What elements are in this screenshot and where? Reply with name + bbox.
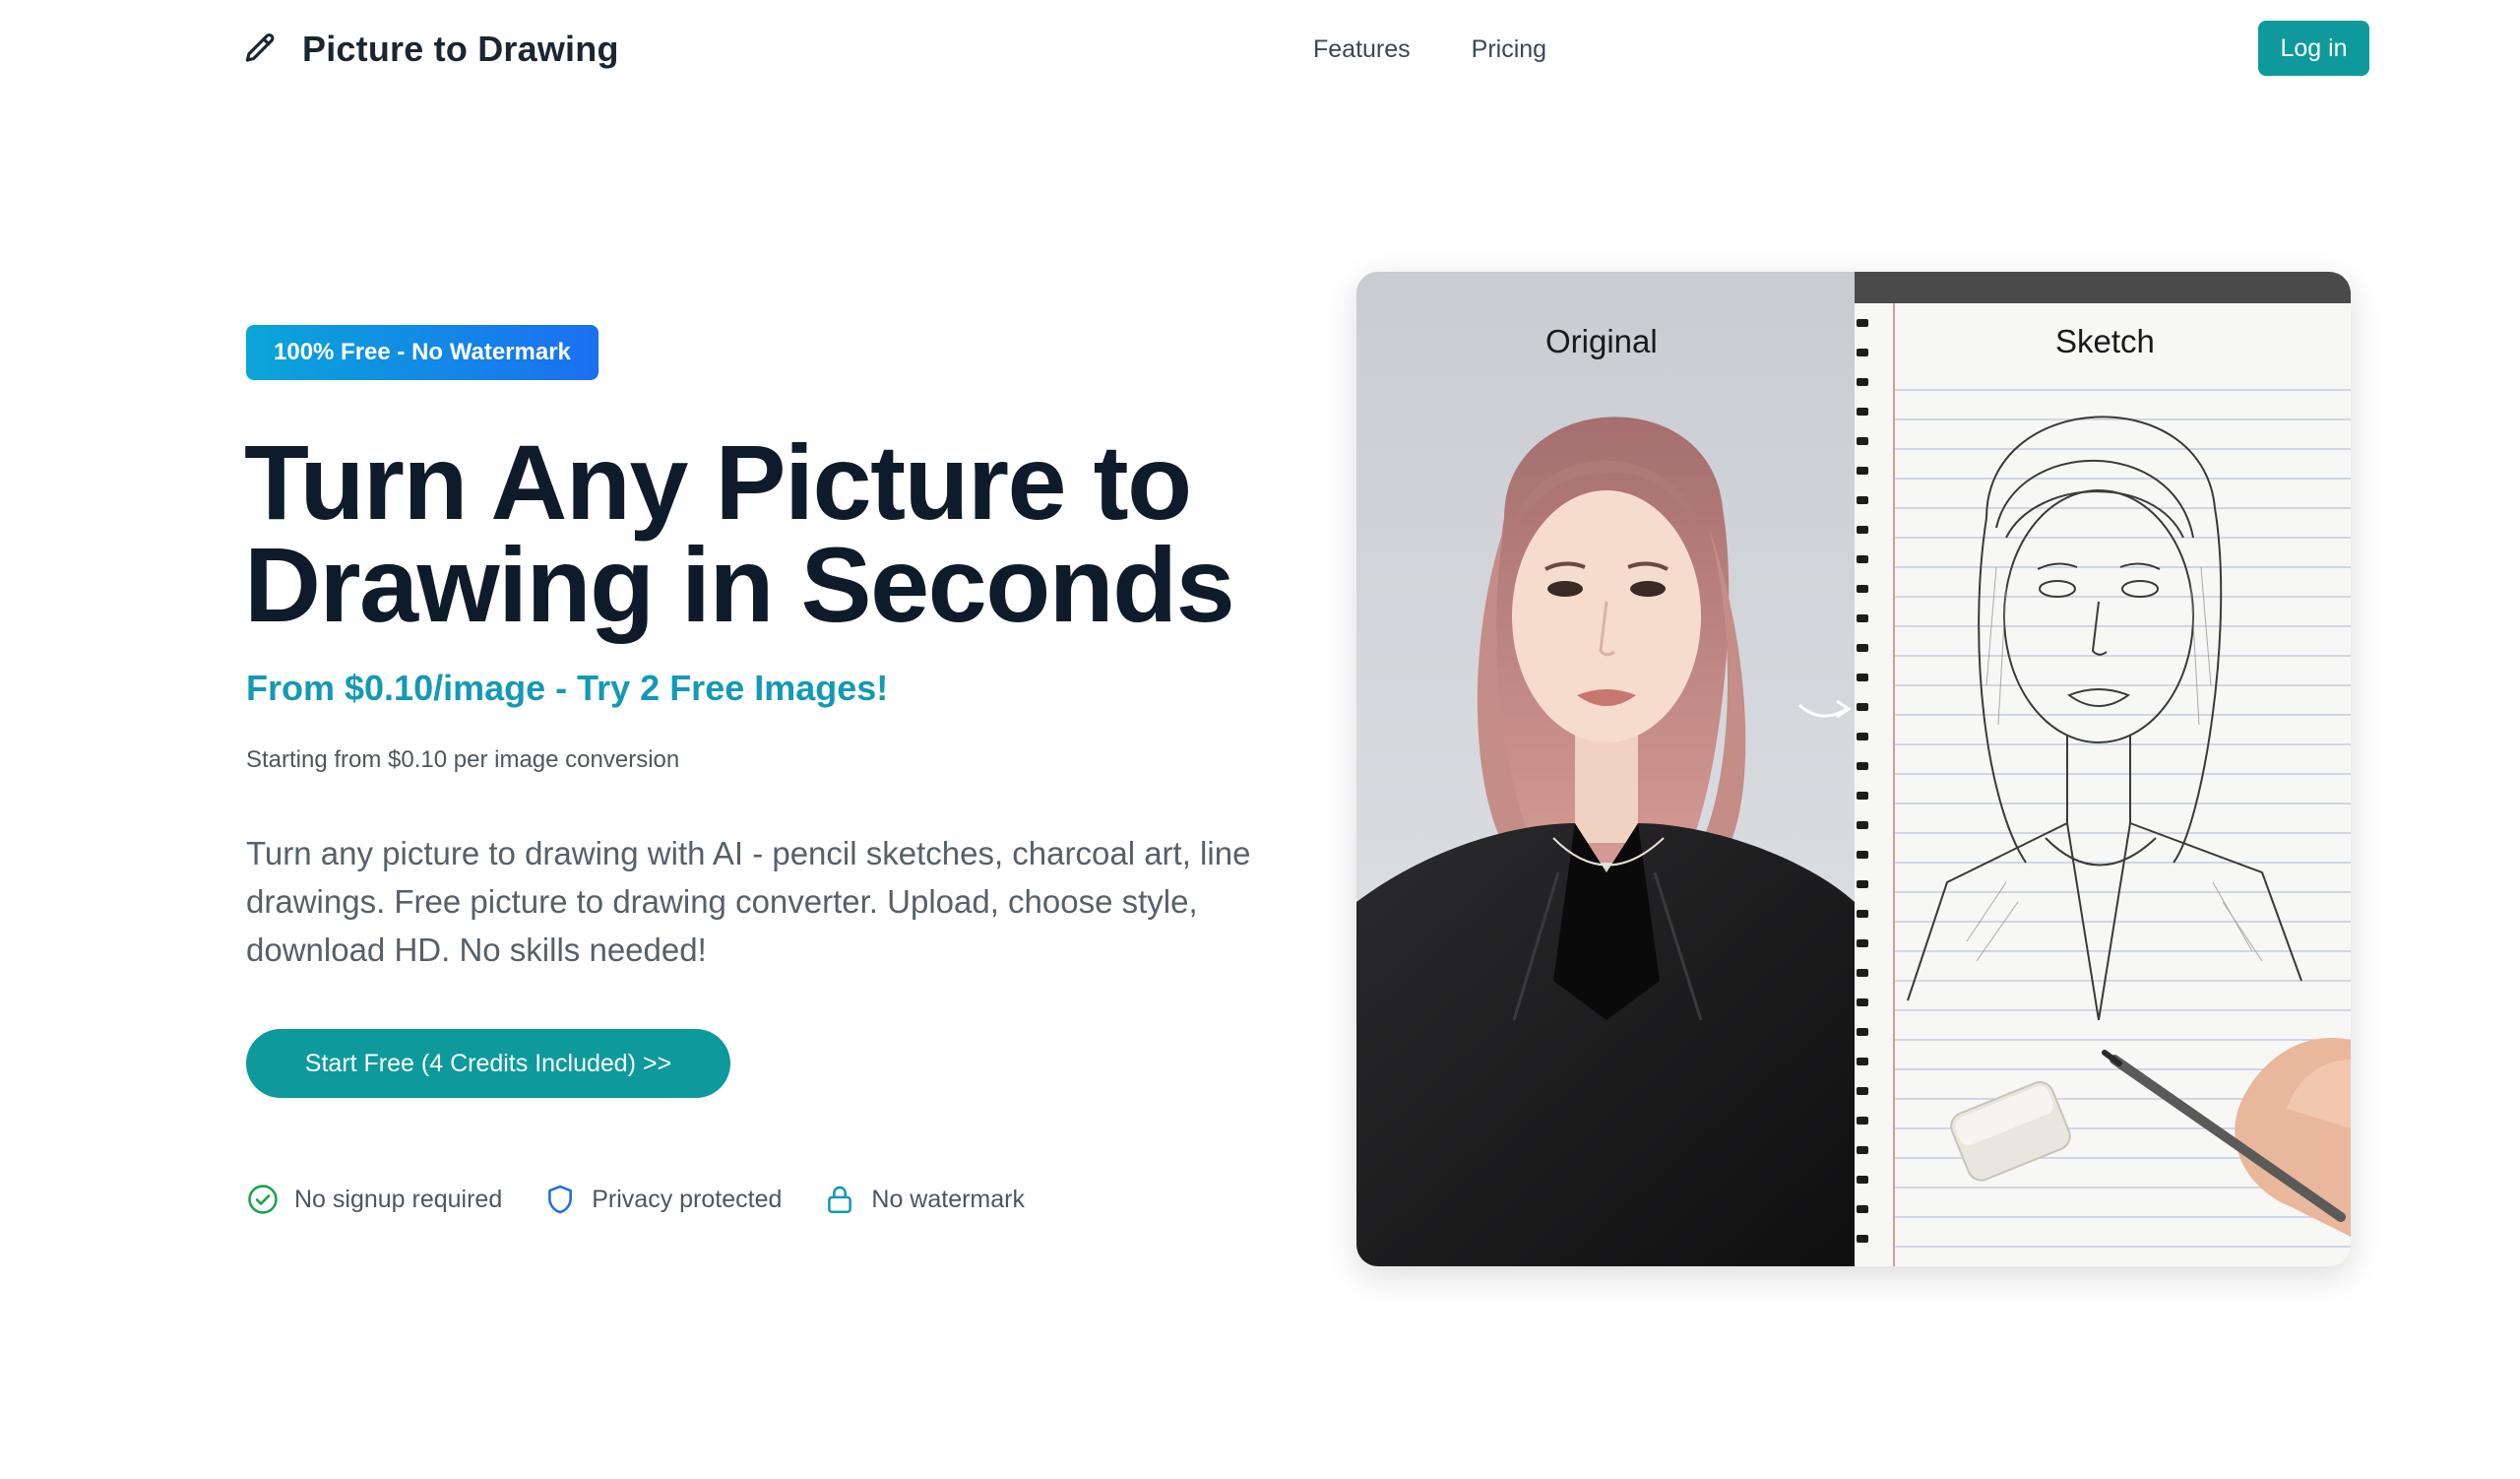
feature-list: No signup required Privacy protected No … <box>246 1178 1066 1221</box>
pricing-note: Starting from $0.10 per image conversion <box>246 746 680 773</box>
main-nav: Features Pricing <box>1313 30 1546 69</box>
check-circle-icon <box>248 1185 278 1214</box>
feature-item: No signup required <box>246 1183 502 1216</box>
original-label: Original <box>1545 323 1658 359</box>
landing-page: Picture to Drawing Features Pricing Log … <box>0 0 2520 1479</box>
preview-card: Original Sketch <box>1356 272 2351 1266</box>
brand-name: Picture to Drawing <box>302 29 619 69</box>
sketch-label: Sketch <box>2055 323 2155 359</box>
pencil-icon <box>245 33 275 62</box>
hero-title-line-2: Drawing in Seconds <box>244 525 1235 644</box>
site-header: Picture to Drawing Features Pricing Log … <box>0 0 2520 98</box>
shield-icon <box>548 1185 573 1214</box>
lock-icon <box>828 1186 852 1214</box>
feature-label: No watermark <box>871 1185 1025 1213</box>
brand-logo[interactable]: Picture to Drawing <box>241 26 619 73</box>
before-after-illustration <box>1356 272 2351 1266</box>
original-photo <box>1356 272 1855 1266</box>
feature-item: Privacy protected <box>543 1183 782 1216</box>
hero-title: Turn Any Picture to Drawing in Seconds <box>244 429 1327 638</box>
hero-title-line-1: Turn Any Picture to <box>244 422 1192 542</box>
feature-label: Privacy protected <box>592 1185 783 1213</box>
nav-link-features[interactable]: Features <box>1313 35 1411 64</box>
feature-item: No watermark <box>823 1183 1025 1216</box>
feature-label: No signup required <box>294 1185 503 1213</box>
free-badge: 100% Free - No Watermark <box>246 325 598 380</box>
login-button[interactable]: Log in <box>2258 21 2369 76</box>
free-badge-label: 100% Free - No Watermark <box>274 339 571 365</box>
sketch-preview <box>1855 272 2351 1266</box>
hero-subtitle: From $0.10/image - Try 2 Free Images! <box>246 668 889 708</box>
nav-link-pricing[interactable]: Pricing <box>1472 35 1546 64</box>
start-free-button[interactable]: Start Free (4 Credits Included) >> <box>246 1029 730 1098</box>
hero-description: Turn any picture to drawing with AI - pe… <box>246 835 1251 968</box>
